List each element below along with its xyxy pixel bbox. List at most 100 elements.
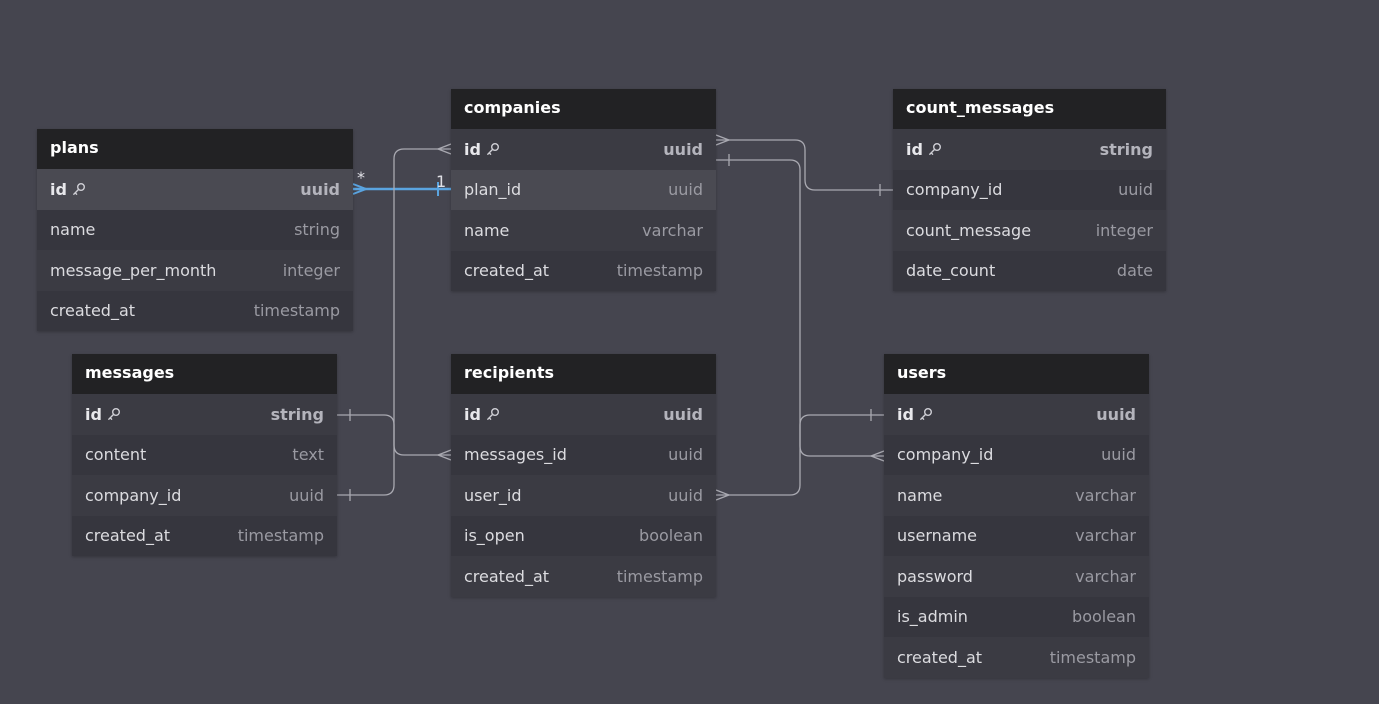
field-row-name[interactable]: name varchar (884, 475, 1149, 516)
field-row-created-at[interactable]: created_at timestamp (451, 556, 716, 597)
field-row-name[interactable]: name string (37, 210, 353, 251)
field-name-text: user_id (464, 485, 522, 505)
field-name: name (50, 220, 95, 239)
field-row-content[interactable]: content text (72, 435, 337, 476)
relation-companies-count-messages[interactable] (716, 139, 893, 191)
table-header[interactable]: users (884, 354, 1149, 394)
field-type: string (294, 220, 340, 240)
field-name-text: username (897, 526, 977, 546)
diagram-canvas[interactable]: * 1 plans id uuid name string message_per_mont… (0, 0, 1379, 704)
relation-users-recipients[interactable] (716, 414, 884, 496)
field-row-password[interactable]: password varchar (884, 556, 1149, 597)
field-row-id[interactable]: id string (893, 129, 1166, 170)
field-name-text: messages_id (464, 445, 567, 465)
field-name: date_count (906, 261, 995, 280)
field-row-plan-id[interactable]: plan_id uuid (451, 169, 716, 210)
field-row-id[interactable]: id uuid (451, 394, 716, 435)
key-icon (929, 143, 941, 156)
table-count-messages[interactable]: count_messagesid string company_id uuid coun… (893, 89, 1166, 291)
field-name: company_id (85, 486, 181, 505)
field-name: company_id (897, 445, 993, 464)
field-name-text: created_at (464, 261, 550, 281)
field-name-text: company_id (906, 180, 1003, 200)
field-type: uuid (668, 180, 703, 200)
table-header[interactable]: plans (37, 129, 353, 169)
field-row-company-id[interactable]: company_id uuid (893, 170, 1166, 211)
field-name: name (464, 221, 509, 240)
field-name-text: company_id (897, 445, 994, 465)
field-name: created_at (464, 567, 549, 586)
table-companies[interactable]: companies id uuid plan_id uuid name varchar cre… (451, 89, 716, 291)
field-type: uuid (668, 445, 703, 465)
field-name: messages_id (464, 445, 567, 464)
field-name: message_per_month (50, 261, 216, 280)
field-name: content (85, 445, 146, 464)
table-messages[interactable]: messages id string content text company_id uui… (72, 354, 337, 556)
field-type: uuid (300, 179, 340, 199)
field-row-messages-id[interactable]: messages_id uuid (451, 435, 716, 476)
field-row-created-at[interactable]: created_at timestamp (451, 251, 716, 292)
field-row-message-per-month[interactable]: message_per_month integer (37, 250, 353, 291)
field-name: company_id (906, 180, 1002, 199)
field-row-is-admin[interactable]: is_admin boolean (884, 597, 1149, 638)
field-name: created_at (464, 261, 549, 280)
field-row-user-id[interactable]: user_id uuid (451, 475, 716, 516)
field-row-date-count[interactable]: date_count date (893, 251, 1166, 292)
field-name-text: name (464, 220, 510, 240)
crow-foot-many-marker (436, 143, 452, 155)
field-name-text: created_at (50, 301, 136, 321)
field-name-text: created_at (897, 647, 983, 667)
field-name-text: id (464, 404, 481, 424)
field-row-id[interactable]: id uuid (37, 169, 353, 210)
field-row-id[interactable]: id string (72, 394, 337, 435)
field-name: password (897, 567, 973, 586)
field-type: boolean (639, 526, 703, 546)
cardinality-label-many: * (357, 168, 365, 187)
crow-foot-many-marker (715, 489, 731, 501)
table-header[interactable]: messages (72, 354, 337, 394)
field-row-created-at[interactable]: created_at timestamp (884, 637, 1149, 678)
table-header[interactable]: recipients (451, 354, 716, 394)
table-users[interactable]: users id uuid company_id uuid name varchar user… (884, 354, 1149, 678)
field-name-text: message_per_month (50, 260, 217, 280)
field-name-text: password (897, 566, 973, 586)
field-type: uuid (1101, 445, 1136, 465)
field-type: varchar (642, 220, 703, 240)
field-type: timestamp (616, 566, 703, 586)
relation-companies-messages[interactable] (337, 148, 451, 496)
field-name-text: name (50, 220, 96, 240)
field-type: timestamp (253, 301, 340, 321)
field-type: varchar (1075, 566, 1136, 586)
field-row-id[interactable]: id uuid (451, 129, 716, 170)
field-row-id[interactable]: id uuid (884, 394, 1149, 435)
field-type: uuid (668, 485, 703, 505)
field-row-count-message[interactable]: count_message integer (893, 210, 1166, 251)
crow-foot-many-marker (352, 183, 369, 195)
field-name-text: content (85, 445, 147, 465)
field-type: string (1099, 139, 1153, 159)
field-name: is_open (464, 526, 525, 545)
field-row-is-open[interactable]: is_open boolean (451, 516, 716, 557)
field-name: id (85, 405, 121, 424)
relation-messages-recipients[interactable] (337, 414, 451, 456)
field-name-text: id (85, 404, 102, 424)
field-name-text: id (464, 139, 481, 159)
field-type: uuid (1118, 180, 1153, 200)
table-recipients[interactable]: recipients id uuid messages_id uuid user_id uu… (451, 354, 716, 597)
field-name: created_at (897, 648, 982, 667)
table-header[interactable]: companies (451, 89, 716, 129)
field-name: id (464, 405, 500, 424)
field-row-company-id[interactable]: company_id uuid (72, 475, 337, 516)
table-header[interactable]: count_messages (893, 89, 1166, 129)
relation-companies-users[interactable] (716, 159, 884, 457)
table-plans[interactable]: plans id uuid name string message_per_month in… (37, 129, 353, 331)
field-row-created-at[interactable]: created_at timestamp (37, 291, 353, 332)
field-name-text: id (906, 139, 923, 159)
field-row-company-id[interactable]: company_id uuid (884, 435, 1149, 476)
field-row-name[interactable]: name varchar (451, 210, 716, 251)
field-name: id (50, 180, 86, 199)
field-name-text: is_open (464, 526, 525, 546)
field-row-created-at[interactable]: created_at timestamp (72, 516, 337, 557)
field-row-username[interactable]: username varchar (884, 516, 1149, 557)
field-name: username (897, 526, 977, 545)
